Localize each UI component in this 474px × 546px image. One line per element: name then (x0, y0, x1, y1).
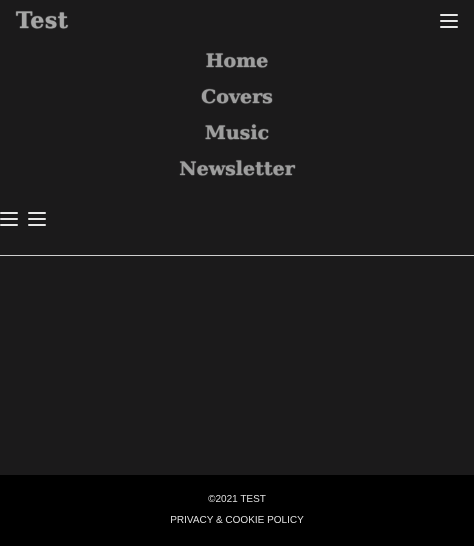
hamburger-menu-icon[interactable] (0, 212, 18, 226)
menu-bar (0, 224, 18, 226)
menu-bar (0, 212, 18, 214)
menu-bar (440, 14, 458, 16)
site-footer: ©2021 TEST PRIVACY & COOKIE POLICY (0, 475, 474, 546)
menu-bar (28, 224, 46, 226)
nav-item-covers[interactable]: Covers (0, 82, 474, 118)
hamburger-menu-icon[interactable] (440, 14, 458, 28)
menu-bar (440, 26, 458, 28)
header-divider (0, 255, 474, 256)
menu-bar (28, 212, 46, 214)
nav-item-home[interactable]: Home (0, 46, 474, 82)
copyright-text: ©2021 TEST (208, 494, 266, 505)
privacy-cookie-policy-link[interactable]: PRIVACY & COOKIE POLICY (0, 515, 474, 526)
primary-nav: Home Covers Music Newsletter (0, 46, 474, 190)
hamburger-menu-icon[interactable] (28, 212, 46, 226)
site-header: Test Home Covers Music Newsletter (0, 0, 474, 255)
menu-bar (0, 218, 18, 220)
menu-bar (28, 218, 46, 220)
nav-item-newsletter[interactable]: Newsletter (0, 154, 474, 190)
nav-item-music[interactable]: Music (0, 118, 474, 154)
site-title[interactable]: Test (16, 8, 68, 34)
menu-bar (440, 20, 458, 22)
